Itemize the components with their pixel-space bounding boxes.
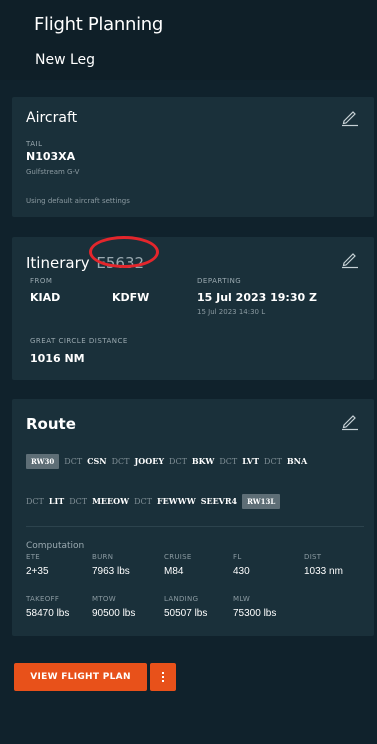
mlw-label: MLW <box>233 595 251 603</box>
route-keyword: DCT <box>169 457 187 466</box>
gc-distance-label: GREAT CIRCLE DISTANCE <box>30 337 128 345</box>
route-keyword: DCT <box>134 497 152 506</box>
departing-label: DEPARTING <box>197 277 242 285</box>
itinerary-title-text: Itinerary <box>26 254 90 272</box>
route-keyword: DCT <box>111 457 130 466</box>
edit-aircraft-icon[interactable] <box>340 107 360 127</box>
tail-number: N103XA <box>26 150 76 163</box>
route-string-line-1: RW30 DCT CSN DCT JOOEY DCT BKW DCT LVT DCT BNA <box>26 454 312 469</box>
tail-label: TAIL <box>26 140 43 148</box>
runway-chip: RW30 <box>26 454 60 469</box>
departing-local-time: 15 Jul 2023 14:30 L <box>197 308 266 316</box>
route-keyword: DCT <box>219 457 238 466</box>
computation-title: Computation <box>26 541 85 551</box>
fl-value: 430 <box>233 566 250 577</box>
more-vertical-icon <box>162 672 164 682</box>
mtow-value: 90500 lbs <box>92 608 136 619</box>
departing-time: 15 Jul 2023 19:30 Z <box>197 291 317 304</box>
view-flight-plan-button[interactable]: VIEW FLIGHT PLAN <box>14 663 147 691</box>
takeoff-value: 58470 lbs <box>26 608 70 619</box>
page-title: Flight Planning <box>34 14 164 35</box>
edit-route-icon[interactable] <box>340 411 360 431</box>
fl-label: FL <box>233 553 242 561</box>
burn-value: 7963 lbs <box>92 566 130 577</box>
route-card-title: Route <box>26 415 76 433</box>
route-waypoint: CSN <box>87 456 107 466</box>
route-keyword: DCT <box>69 497 88 506</box>
route-waypoint: BNA <box>286 456 308 466</box>
route-keyword: DCT <box>64 457 83 466</box>
from-label: FROM <box>30 277 53 285</box>
route-waypoint: LVT <box>242 456 260 466</box>
divider <box>26 526 364 527</box>
cruise-value: M84 <box>164 566 184 577</box>
aircraft-settings-note: Using default aircraft settings <box>26 197 130 205</box>
route-waypoint: MEEOW <box>92 496 130 506</box>
itinerary-card: Itinerary E5632 FROM KIAD KDFW DEPARTING… <box>12 237 374 380</box>
gc-distance: 1016 NM <box>30 352 85 365</box>
annotation-circle <box>89 236 159 268</box>
mtow-label: MTOW <box>92 595 116 603</box>
route-waypoint: FEWWW <box>156 496 196 506</box>
takeoff-label: TAKEOFF <box>26 595 60 603</box>
ete-label: ETE <box>26 553 41 561</box>
aircraft-card-title: Aircraft <box>26 110 78 126</box>
route-waypoint: SEEVR4 <box>200 496 238 506</box>
page-subtitle: New Leg <box>35 52 96 68</box>
landing-label: LANDING <box>164 595 199 603</box>
more-options-button[interactable] <box>150 663 176 691</box>
route-waypoint: LIT <box>48 496 65 506</box>
ete-value: 2+35 <box>26 566 49 577</box>
route-card: Route RW30 DCT CSN DCT JOOEY DCT BKW DCT LVT DCT B… <box>12 399 374 636</box>
mlw-value: 75300 lbs <box>233 608 277 619</box>
dist-value: 1033 nm <box>304 566 343 577</box>
route-keyword: DCT <box>26 497 44 506</box>
route-waypoint: JOOEY <box>134 456 165 466</box>
to-airport: KDFW <box>112 291 150 304</box>
aircraft-model: Gulfstream G-V <box>26 168 80 176</box>
runway-chip: RW13L <box>242 494 281 509</box>
route-keyword: DCT <box>264 457 282 466</box>
route-string-line-2: DCT LIT DCT MEEOW DCT FEWWW SEEVR4 RW13L <box>26 494 285 509</box>
aircraft-card: Aircraft TAIL N103XA Gulfstream G-V Usin… <box>12 97 374 217</box>
cruise-label: CRUISE <box>164 553 192 561</box>
dist-label: DIST <box>304 553 322 561</box>
edit-itinerary-icon[interactable] <box>340 249 360 269</box>
from-airport: KIAD <box>30 291 61 304</box>
burn-label: BURN <box>92 553 114 561</box>
route-waypoint: BKW <box>191 456 215 466</box>
landing-value: 50507 lbs <box>164 608 208 619</box>
app-header: Flight Planning New Leg <box>0 0 377 80</box>
